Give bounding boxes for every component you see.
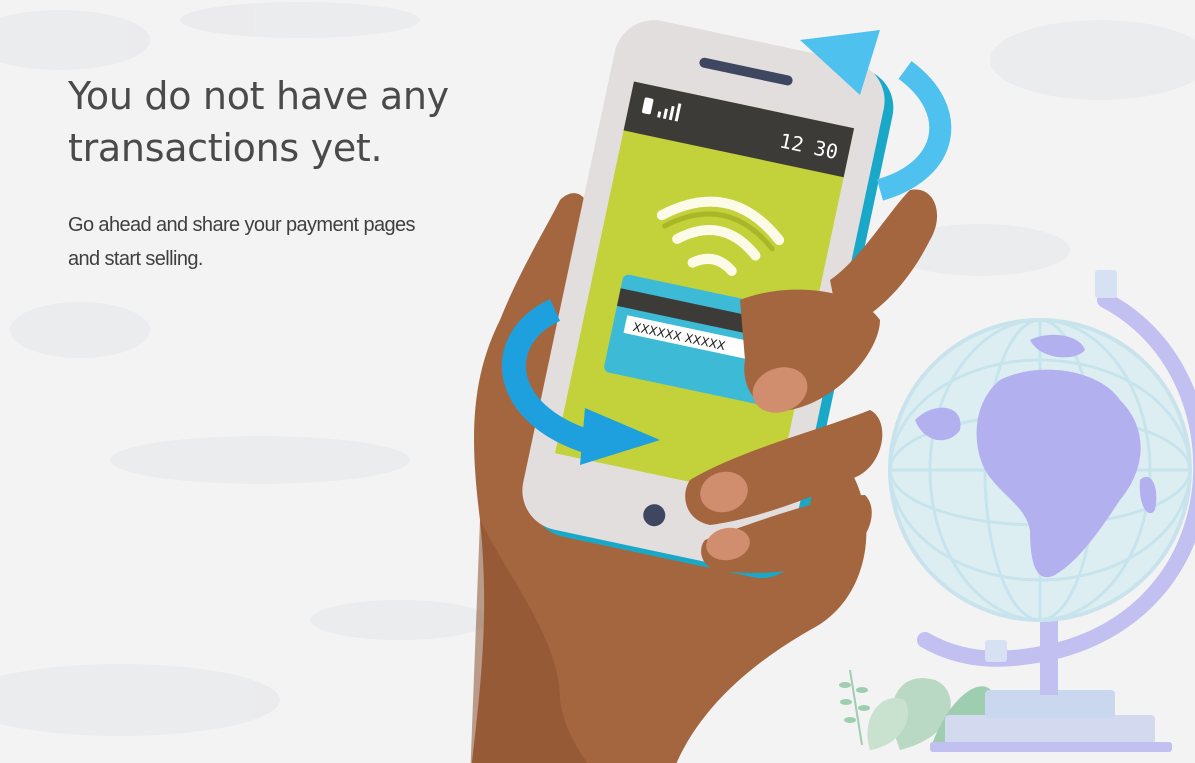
phone-clock-hours: 12: [777, 128, 806, 156]
phone-clock-minutes: 30: [812, 136, 841, 164]
empty-state-illustration: 12 30 XXXXXX XXXXX: [470, 20, 1195, 763]
globe-illustration: [888, 270, 1195, 752]
